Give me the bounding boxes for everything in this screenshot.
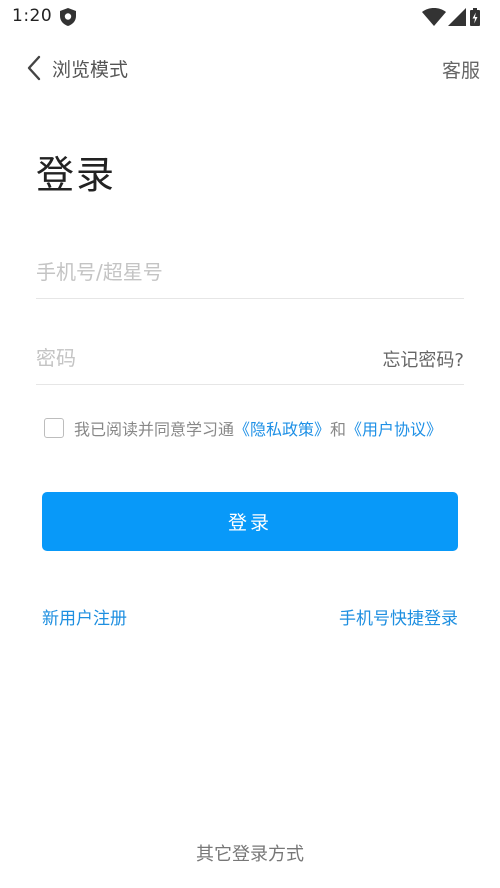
login-button[interactable]: 登录 xyxy=(42,492,458,551)
phone-quick-login-link[interactable]: 手机号快捷登录 xyxy=(339,604,458,629)
register-link[interactable]: 新用户注册 xyxy=(42,604,127,629)
status-bar: 1:20 xyxy=(0,0,500,34)
phone-field xyxy=(36,248,464,299)
browse-mode-label: 浏览模式 xyxy=(52,58,129,81)
user-agreement-link[interactable]: 《用户协议》 xyxy=(346,416,442,440)
phone-input[interactable] xyxy=(36,248,336,296)
agreement-conjunction: 和 xyxy=(330,420,347,439)
agreement-checkbox[interactable] xyxy=(44,418,64,438)
agreement-row: 我已阅读并同意学习通 《隐私政策》 和 《用户协议》 xyxy=(44,415,442,441)
privacy-policy-link[interactable]: 《隐私政策》 xyxy=(234,416,330,440)
forgot-password-link[interactable]: 忘记密码? xyxy=(382,346,464,372)
password-field: 忘记密码? xyxy=(36,334,464,385)
page-title: 登录 xyxy=(36,153,117,197)
agreement-text: 我已阅读并同意学习通 xyxy=(74,420,235,439)
customer-service-link[interactable]: 客服 xyxy=(442,56,480,83)
shield-icon xyxy=(60,8,76,26)
status-time: 1:20 xyxy=(12,6,53,26)
nav-bar: 浏览模式 客服 xyxy=(0,46,500,90)
password-input[interactable] xyxy=(36,334,336,382)
back-button[interactable]: 浏览模式 xyxy=(26,50,128,86)
other-login-methods-link[interactable]: 其它登录方式 xyxy=(0,840,500,866)
login-button-label: 登录 xyxy=(227,512,272,534)
chevron-left-icon xyxy=(26,55,42,81)
